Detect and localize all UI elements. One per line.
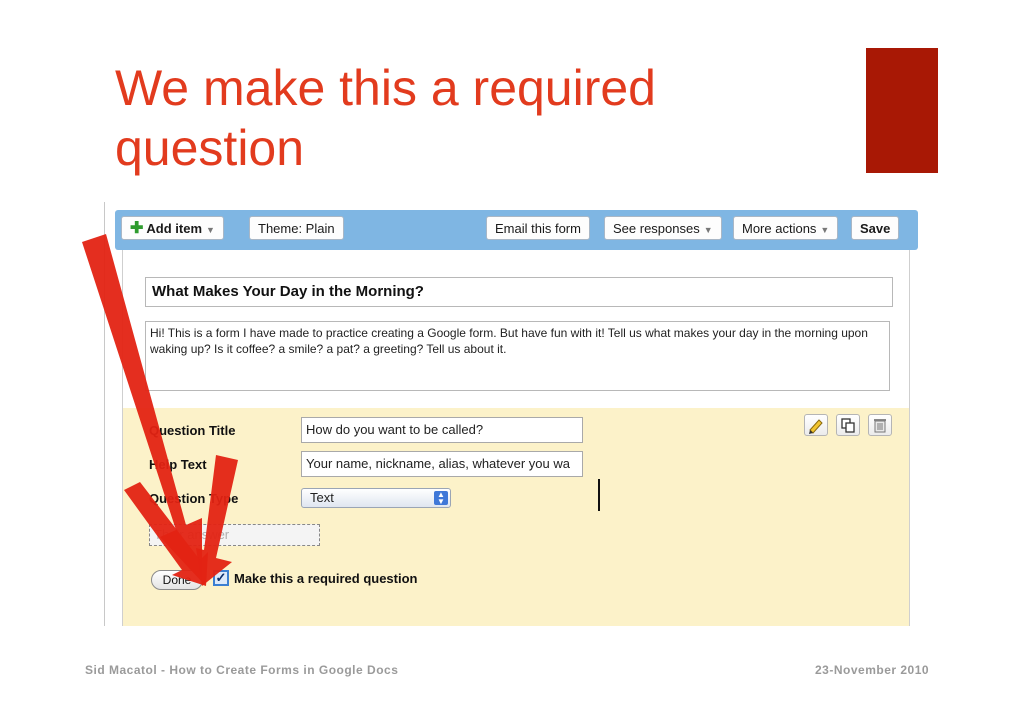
question-type-select[interactable]: Text ▲ ▼ <box>301 488 451 508</box>
question-type-value: Text <box>310 490 334 505</box>
duplicate-icon <box>841 418 855 433</box>
slide-title: We make this a required question <box>115 60 656 176</box>
save-button[interactable]: Save <box>851 216 900 240</box>
question-title-label: Question Title <box>149 423 236 438</box>
form-toolbar: ✚ Add item ▼ Theme: Plain Email this form … <box>115 210 918 250</box>
email-form-button[interactable]: Email this form <box>486 216 590 240</box>
select-arrows-icon: ▲ ▼ <box>434 491 448 506</box>
decorative-red-block <box>866 48 938 173</box>
answer-preview-field: Their answer <box>149 524 320 546</box>
chevron-down-icon: ▼ <box>820 224 830 235</box>
more-actions-button[interactable]: More actions ▼ <box>733 216 839 240</box>
theme-button[interactable]: Theme: Plain <box>249 216 344 240</box>
more-actions-label: More actions <box>742 221 817 236</box>
add-item-button[interactable]: ✚ Add item ▼ <box>121 216 224 240</box>
form-body: What Makes Your Day in the Morning? Hi! … <box>122 250 910 626</box>
help-text-input[interactable]: Your name, nickname, alias, whatever you… <box>301 451 583 477</box>
form-editor-screenshot: ✚ Add item ▼ Theme: Plain Email this form … <box>104 202 920 626</box>
footer-right: 23-November 2010 <box>815 663 930 677</box>
chevron-down-icon: ▼ <box>206 224 215 235</box>
question-editor: Question Title How do you want to be cal… <box>123 408 909 626</box>
text-cursor <box>598 479 600 511</box>
pencil-icon <box>809 419 823 434</box>
trash-icon <box>874 419 886 433</box>
footer-left: Sid Macatol - How to Create Forms in Goo… <box>85 663 399 677</box>
plus-icon: ✚ <box>130 220 144 237</box>
see-responses-label: See responses <box>613 221 700 236</box>
form-description-field[interactable]: Hi! This is a form I have made to practi… <box>145 321 890 391</box>
required-checkbox-label[interactable]: Make this a required question <box>234 571 418 586</box>
edit-question-button[interactable] <box>804 414 828 436</box>
see-responses-button[interactable]: See responses ▼ <box>604 216 722 240</box>
delete-question-button[interactable] <box>868 414 892 436</box>
required-checkbox[interactable]: ✓ <box>213 570 229 586</box>
chevron-down-icon: ▼ <box>703 224 713 235</box>
question-type-label: Question Type <box>149 491 239 506</box>
help-text-label: Help Text <box>149 457 207 472</box>
question-title-input[interactable]: How do you want to be called? <box>301 417 583 443</box>
duplicate-question-button[interactable] <box>836 414 860 436</box>
done-button[interactable]: Done <box>151 570 203 590</box>
add-item-label: Add item <box>146 221 203 236</box>
form-title-field[interactable]: What Makes Your Day in the Morning? <box>145 277 893 307</box>
